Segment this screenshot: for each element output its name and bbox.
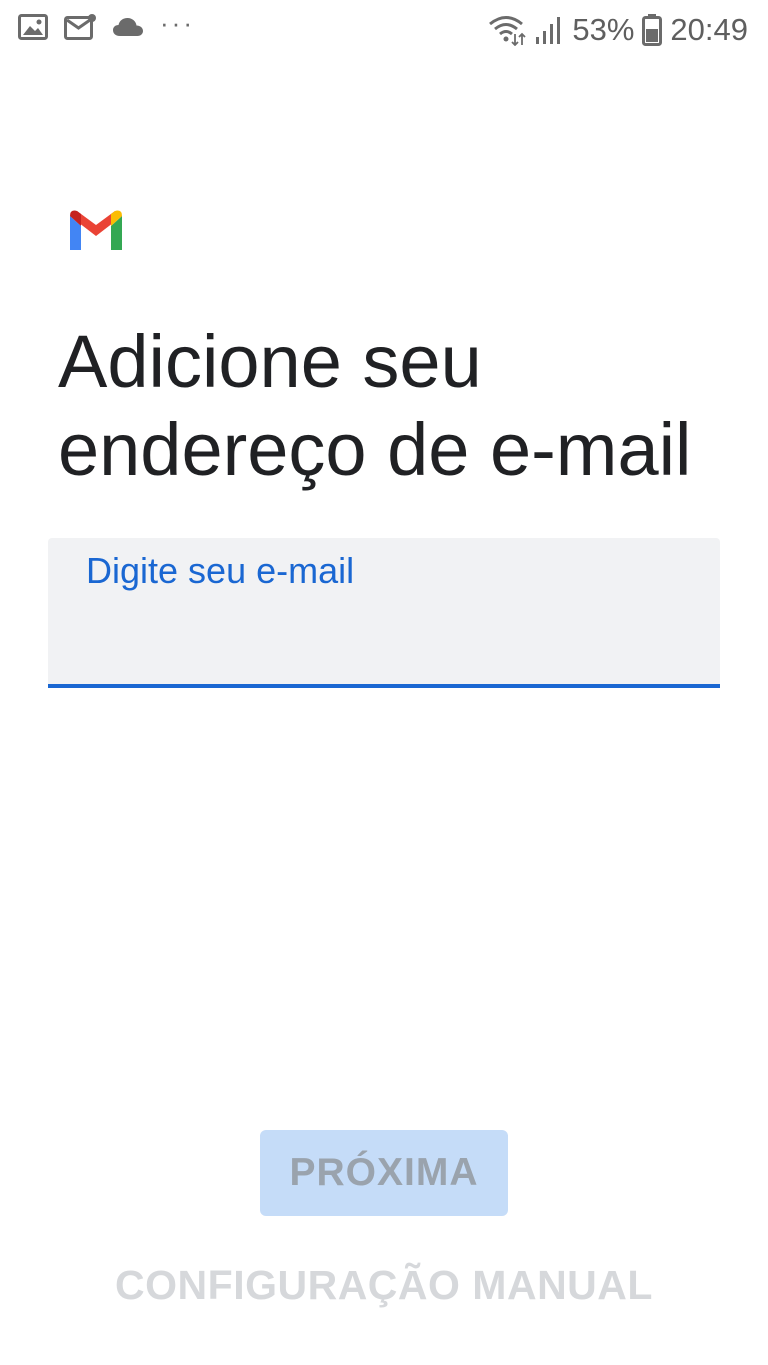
email-input[interactable] <box>86 614 686 664</box>
system-status-area: 53% 20:49 <box>488 12 748 48</box>
more-notifications-indicator: ··· <box>160 8 195 38</box>
gmail-logo-icon <box>70 210 122 250</box>
manual-config-button[interactable]: CONFIGURAÇÃO MANUAL <box>0 1262 768 1309</box>
email-field-label: Digite seu e-mail <box>86 550 355 591</box>
email-field[interactable]: Digite seu e-mail <box>48 538 720 688</box>
mail-icon <box>64 14 96 40</box>
battery-icon <box>642 14 663 46</box>
next-button[interactable]: PRÓXIMA <box>260 1130 508 1216</box>
clock: 20:49 <box>670 12 748 47</box>
signal-icon <box>536 17 561 44</box>
battery-percentage: 53% <box>572 12 635 47</box>
cloud-icon <box>113 18 143 36</box>
wifi-icon <box>489 16 527 46</box>
screen: ··· 53% 20:49 Adicione seu endereço de e… <box>0 0 768 1365</box>
status-bar: ··· 53% 20:49 <box>0 0 768 60</box>
page-title: Adicione seu endereço de e-mail <box>58 320 692 491</box>
notification-area: ··· <box>18 8 211 40</box>
gallery-icon <box>18 14 48 40</box>
